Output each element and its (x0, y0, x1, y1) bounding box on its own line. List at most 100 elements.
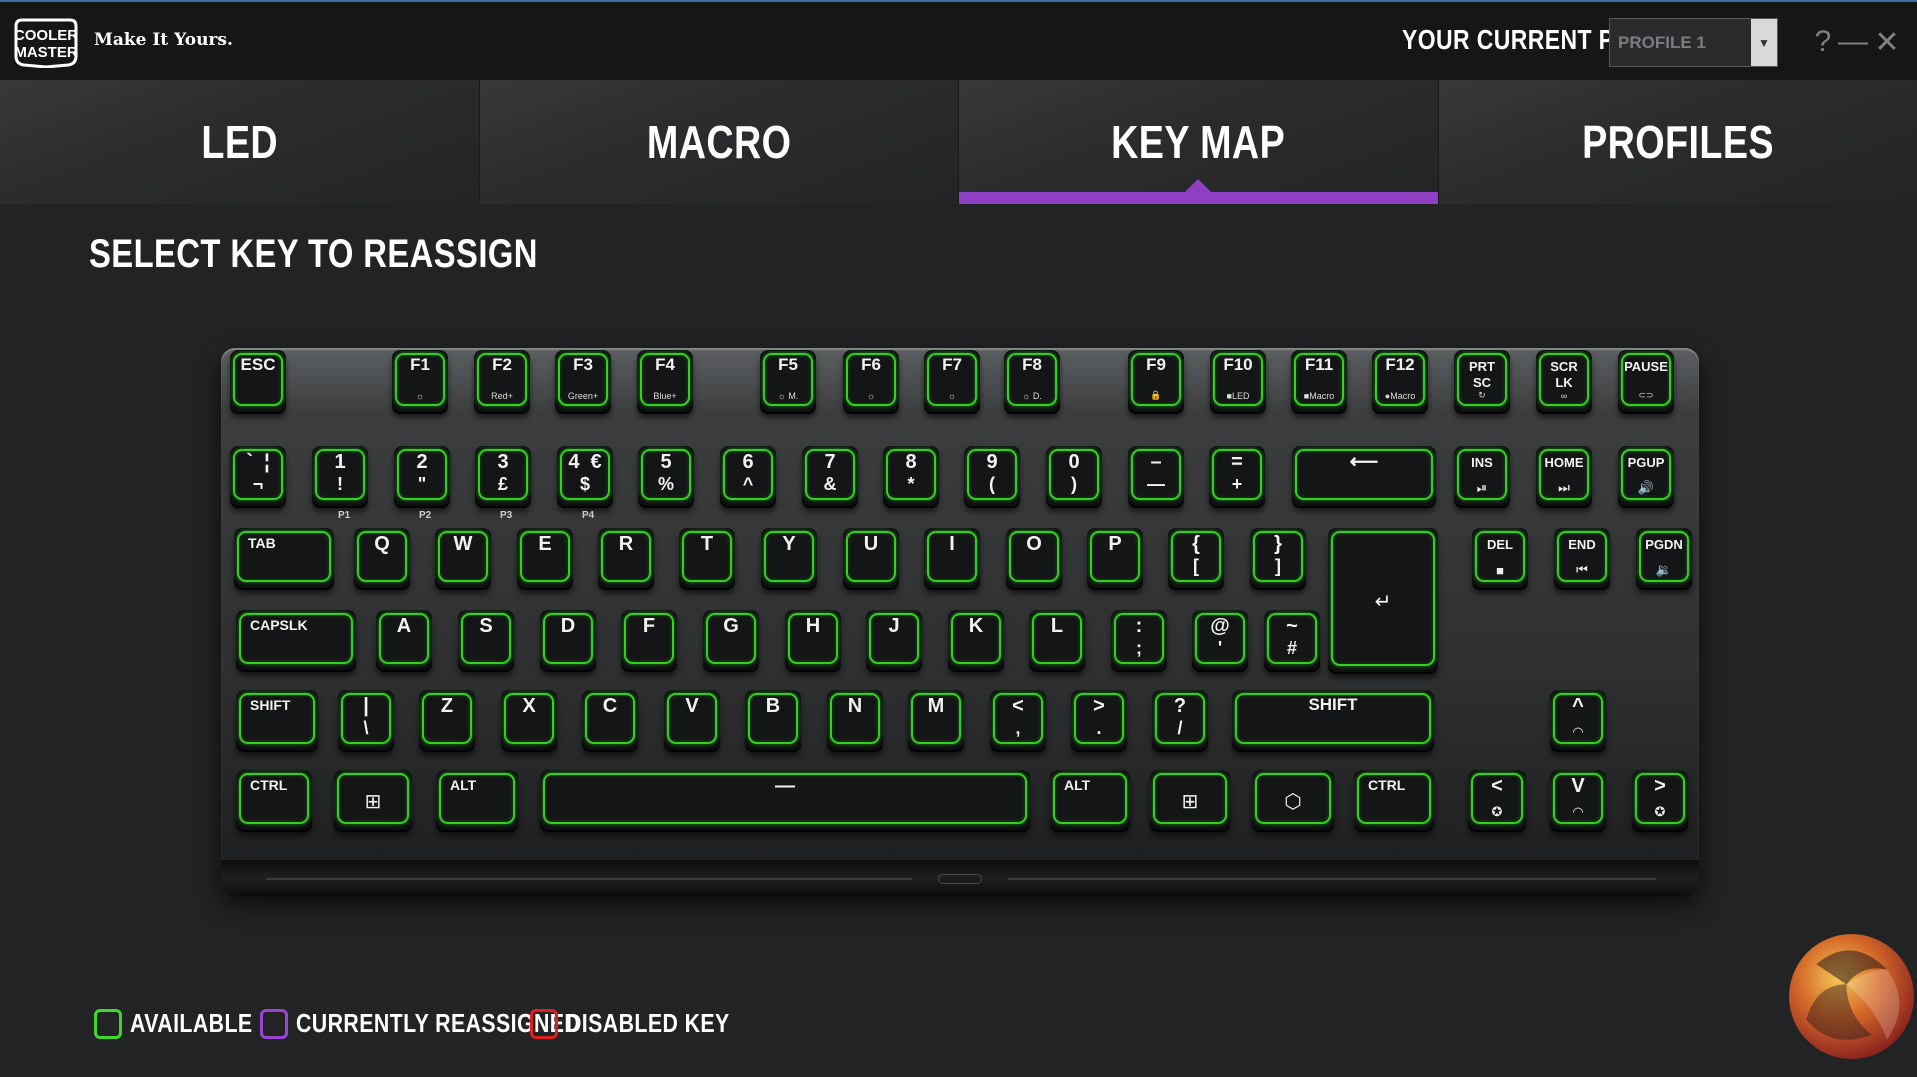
key-rwin[interactable]: ⊞ (1150, 770, 1230, 830)
key-semicolon[interactable]: :; (1111, 610, 1167, 670)
key-comma[interactable]: <, (990, 690, 1046, 750)
key-f1[interactable]: F1 ☼ (392, 350, 448, 412)
key-f9[interactable]: F9 🔒 (1128, 350, 1184, 412)
key-r[interactable]: R (598, 528, 654, 588)
key-period[interactable]: >. (1071, 690, 1127, 750)
tab-key-map[interactable]: KEY MAP (959, 80, 1439, 204)
key-n[interactable]: N (827, 690, 883, 750)
key-backslash[interactable]: | \ (338, 690, 394, 750)
key-prtsc[interactable]: PRT SC ↻ (1454, 350, 1510, 412)
key-del[interactable]: DEL ■ (1472, 528, 1528, 588)
key-l[interactable]: L (1029, 610, 1085, 670)
key-lshift[interactable]: SHIFT (236, 690, 318, 750)
key-capslk[interactable]: CAPSLK (236, 610, 356, 670)
key-f11[interactable]: F11 ■Macro (1291, 350, 1347, 412)
key-enter[interactable]: ↵ (1328, 528, 1438, 672)
key-f[interactable]: F (621, 610, 677, 670)
key-backspace[interactable]: ⟵ (1292, 446, 1436, 506)
key-9[interactable]: 9( (964, 446, 1020, 506)
chevron-down-icon[interactable]: ▼ (1751, 19, 1777, 66)
key-esc[interactable]: ESC (230, 350, 286, 412)
key-pause[interactable]: PAUSE ⊂⊃ (1618, 350, 1674, 412)
key-pgdn[interactable]: PGDN 🔉 (1636, 528, 1692, 588)
key-v[interactable]: V (664, 690, 720, 750)
key-z[interactable]: Z (419, 690, 475, 750)
key-equal[interactable]: = + (1209, 446, 1265, 506)
key-grave[interactable]: ` ¦ ¬ (230, 446, 286, 506)
key-p[interactable]: P (1087, 528, 1143, 588)
key-2[interactable]: 2 " (394, 446, 450, 506)
key-lalt[interactable]: ALT (436, 770, 518, 830)
key-ins[interactable]: INS ⏯ (1454, 446, 1510, 506)
key-o[interactable]: O (1006, 528, 1062, 588)
key-f5[interactable]: F5 ☼ M. (760, 350, 816, 412)
key-w[interactable]: W (435, 528, 491, 588)
key-f10[interactable]: F10 ■LED (1210, 350, 1266, 412)
key-g[interactable]: G (703, 610, 759, 670)
key-k[interactable]: K (948, 610, 1004, 670)
key-right[interactable]: > ✪ (1632, 770, 1688, 830)
key-5[interactable]: 5% (638, 446, 694, 506)
key-slash[interactable]: ? / (1152, 690, 1208, 750)
key-x[interactable]: X (501, 690, 557, 750)
key-home[interactable]: HOME ⏭ (1536, 446, 1592, 506)
key-3[interactable]: 3 £ (475, 446, 531, 506)
key-j[interactable]: J (866, 610, 922, 670)
legend-available: AVAILABLE (94, 1008, 279, 1039)
key-e[interactable]: E (517, 528, 573, 588)
close-button[interactable]: ✕ (1872, 22, 1902, 62)
key-lctrl[interactable]: CTRL (236, 770, 312, 830)
key-q[interactable]: Q (354, 528, 410, 588)
key-a[interactable]: A (376, 610, 432, 670)
key-f12[interactable]: F12 ●Macro (1372, 350, 1428, 412)
key-f6[interactable]: F6 ☼ (843, 350, 899, 412)
tab-profiles[interactable]: PROFILES (1438, 80, 1917, 204)
key-tab[interactable]: TAB (234, 528, 334, 588)
profile-select[interactable]: PROFILE 1 ▼ (1609, 18, 1778, 67)
key-ralt[interactable]: ALT (1050, 770, 1130, 830)
key-7[interactable]: 7 & (802, 446, 858, 506)
key-up[interactable]: ^ ◠ (1550, 690, 1606, 750)
minimize-button[interactable]: — (1838, 22, 1868, 62)
key-pgup[interactable]: PGUP 🔊 (1618, 446, 1674, 506)
key-end[interactable]: END ⏮ (1554, 528, 1610, 588)
key-u[interactable]: U (843, 528, 899, 588)
key-f4[interactable]: F4 Blue+ (637, 350, 693, 412)
key-lbrace[interactable]: {[ (1168, 528, 1224, 588)
key-d[interactable]: D (540, 610, 596, 670)
key-space[interactable]: — (540, 770, 1030, 830)
key-i[interactable]: I (924, 528, 980, 588)
key-f7[interactable]: F7 ☼ (924, 350, 980, 412)
key-t[interactable]: T (679, 528, 735, 588)
tab-macro[interactable]: MACRO (479, 80, 959, 204)
key-8[interactable]: 8 * (883, 446, 939, 506)
key-c[interactable]: C (582, 690, 638, 750)
key-lwin[interactable]: ⊞ (334, 770, 412, 830)
key-quote[interactable]: @ ' (1192, 610, 1248, 670)
page-title: SELECT KEY TO REASSIGN (89, 232, 538, 276)
key-down[interactable]: V ◠ (1550, 770, 1606, 830)
key-fn[interactable]: ⬡ (1252, 770, 1334, 830)
key-0[interactable]: 0) (1046, 446, 1102, 506)
key-legend: > (1093, 695, 1105, 717)
key-scrlk[interactable]: SCR LK ∞ (1536, 350, 1592, 412)
key-rctrl[interactable]: CTRL (1354, 770, 1434, 830)
key-f2[interactable]: F2 Red+ (474, 350, 530, 412)
key-f3[interactable]: F3 Green+ (555, 350, 611, 412)
key-y[interactable]: Y (761, 528, 817, 588)
key-m[interactable]: M (908, 690, 964, 750)
key-f8[interactable]: F8 ☼ D. (1004, 350, 1060, 412)
key-h[interactable]: H (785, 610, 841, 670)
key-rbrace[interactable]: }] (1250, 528, 1306, 588)
tab-led[interactable]: LED (0, 80, 480, 204)
key-6[interactable]: 6 ^ (720, 446, 776, 506)
key-rshift[interactable]: SHIFT (1232, 690, 1434, 750)
key-left[interactable]: < ✪ (1468, 770, 1526, 830)
help-button[interactable]: ? (1808, 22, 1838, 62)
key-1[interactable]: 1! (312, 446, 368, 506)
key-s[interactable]: S (458, 610, 514, 670)
key-4[interactable]: 4 € $ (557, 446, 613, 506)
key-hash[interactable]: ~ # (1264, 610, 1320, 670)
key-b[interactable]: B (745, 690, 801, 750)
key-minus[interactable]: – — (1128, 446, 1184, 506)
